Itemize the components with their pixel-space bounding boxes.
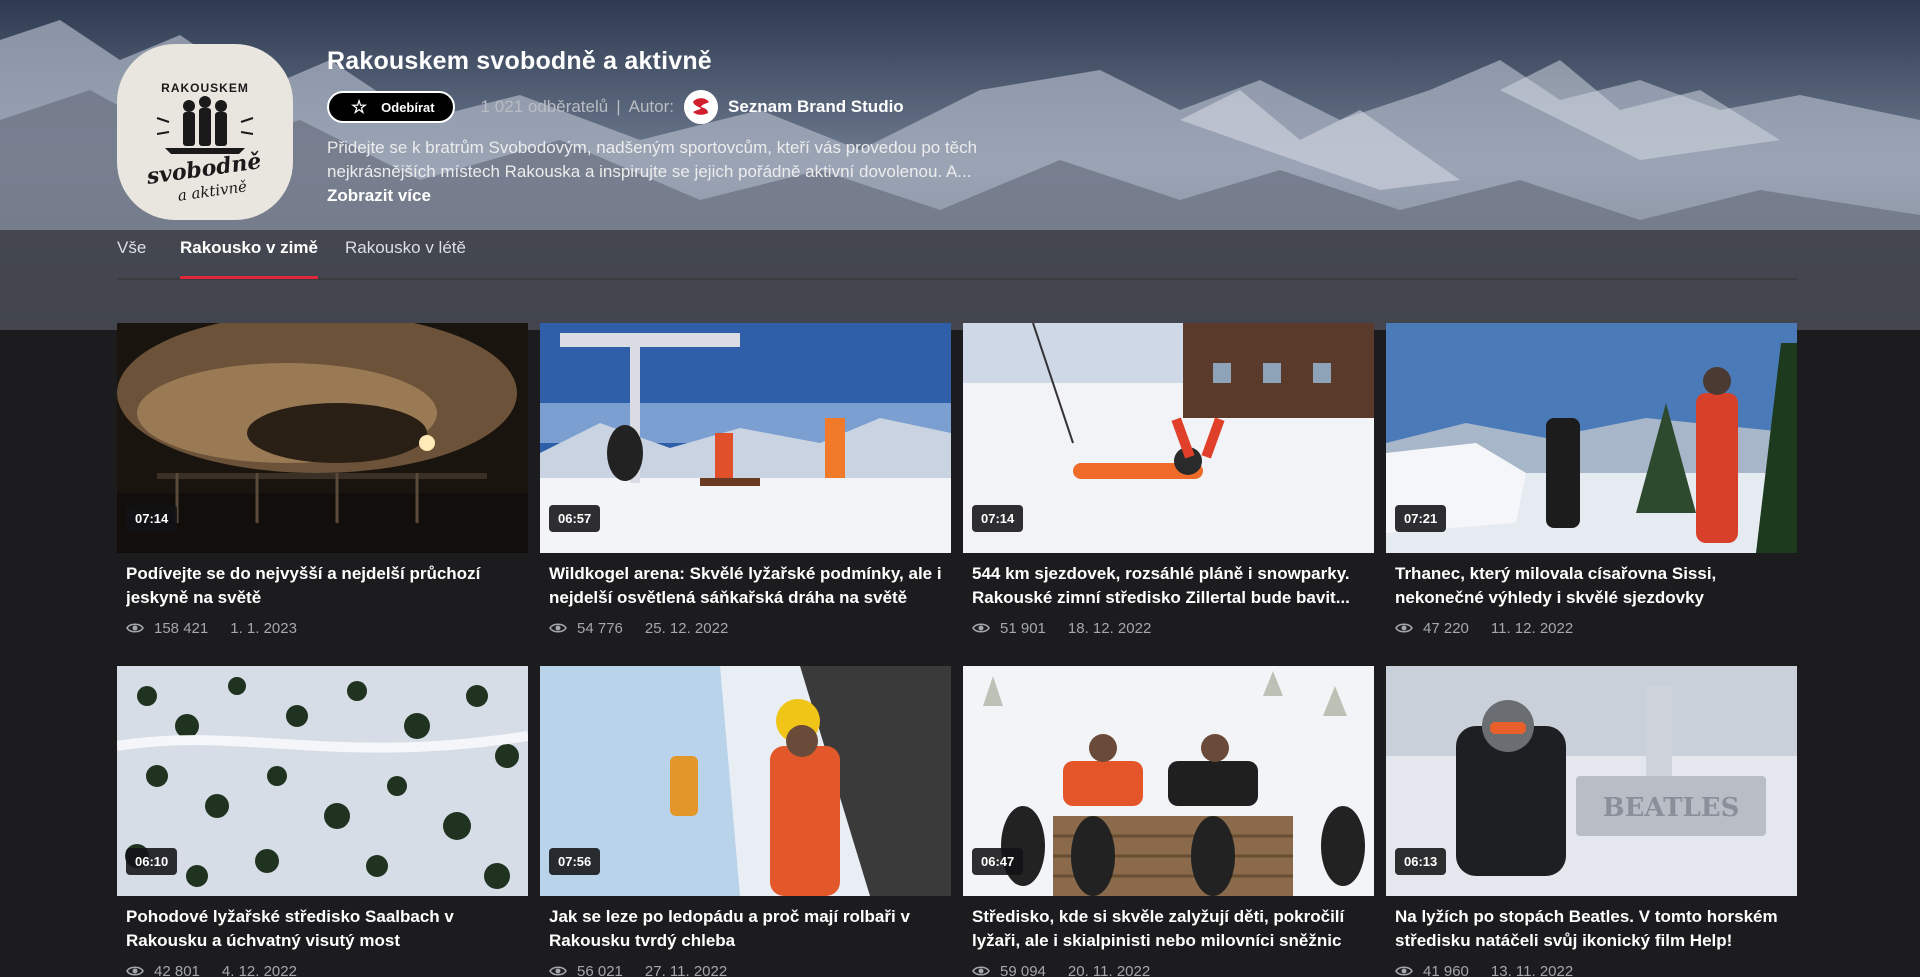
thumbnail-image <box>117 323 528 553</box>
thumbnail-image: BEATLES <box>1386 666 1797 896</box>
duration-badge: 06:10 <box>126 848 178 875</box>
video-thumbnail[interactable]: 06:10 <box>117 666 528 896</box>
channel-info: Rakouskem svobodně a aktivně ☆ Odebírat … <box>327 44 1227 208</box>
video-card[interactable]: BEATLES 06:13 Na lyžích po stopách Beatl… <box>1386 666 1797 977</box>
video-thumbnail[interactable]: 07:56 <box>540 666 951 896</box>
video-meta: 51 901 18. 12. 2022 <box>972 618 1365 638</box>
publish-date: 20. 11. 2022 <box>1067 962 1151 977</box>
video-title[interactable]: Středisko, kde si skvěle zalyžují děti, … <box>972 905 1365 953</box>
eye-icon <box>1395 966 1413 976</box>
duration-badge: 07:14 <box>972 505 1024 532</box>
video-meta: 47 220 11. 12. 2022 <box>1395 618 1788 638</box>
separator: | <box>616 97 621 116</box>
eye-icon <box>549 966 567 976</box>
thumbnail-image <box>117 666 528 896</box>
view-count: 56 021 <box>577 962 623 977</box>
eye-icon <box>549 623 567 633</box>
video-thumbnail[interactable]: 07:21 <box>1386 323 1797 553</box>
author-avatar[interactable] <box>684 90 718 124</box>
view-count: 51 901 <box>1000 619 1046 637</box>
author-label: Autor: <box>628 97 674 116</box>
eye-icon <box>972 966 990 976</box>
view-count: 42 801 <box>154 962 200 977</box>
publish-date: 11. 12. 2022 <box>1490 619 1574 637</box>
video-meta: 56 021 27. 11. 2022 <box>549 961 942 977</box>
view-count: 47 220 <box>1423 619 1469 637</box>
video-thumbnail[interactable]: BEATLES 06:13 <box>1386 666 1797 896</box>
duration-badge: 07:21 <box>1395 505 1447 532</box>
video-meta: 158 421 1. 1. 2023 <box>126 618 519 638</box>
publish-date: 27. 11. 2022 <box>644 962 728 977</box>
star-outline-icon: ☆ <box>351 97 368 117</box>
thumbnail-image <box>963 323 1374 553</box>
video-title[interactable]: Jak se leze po ledopádu a proč mají rolb… <box>549 905 942 953</box>
beatles-sign: BEATLES <box>1603 793 1740 823</box>
channel-logo[interactable]: RAKOUSKEM svobodně a aktivně <box>117 44 293 220</box>
svg-text:RAKOUSKEM: RAKOUSKEM <box>161 81 249 95</box>
video-title[interactable]: Wildkogel arena: Skvělé lyžařské podmínk… <box>549 562 942 610</box>
publish-date: 4. 12. 2022 <box>221 962 297 977</box>
thumbnail-image <box>1386 323 1797 553</box>
duration-badge: 07:56 <box>549 848 601 875</box>
category-tabs: Vše Rakousko v zimě Rakousko v létě <box>117 232 1797 280</box>
show-more-link[interactable]: Zobrazit více <box>327 184 1227 208</box>
video-card[interactable]: 06:10 Pohodové lyžařské středisko Saalba… <box>117 666 528 977</box>
video-thumbnail[interactable]: 06:57 <box>540 323 951 553</box>
eye-icon <box>1395 623 1413 633</box>
publish-date: 1. 1. 2023 <box>230 619 297 637</box>
video-title[interactable]: Trhanec, který milovala císařovna Sissi,… <box>1395 562 1788 610</box>
video-meta: 54 776 25. 12. 2022 <box>549 618 942 638</box>
channel-description: Přidejte se k bratrům Svobodovým, nadšen… <box>327 138 978 181</box>
video-meta: 41 960 13. 11. 2022 <box>1395 961 1788 977</box>
video-card[interactable]: 07:14 Podívejte se do nejvyšší a nejdelš… <box>117 323 528 638</box>
duration-badge: 06:13 <box>1395 848 1447 875</box>
video-thumbnail[interactable]: 07:14 <box>963 323 1374 553</box>
channel-header: RAKOUSKEM svobodně a aktivně Rakouskem s… <box>117 44 1797 220</box>
video-card[interactable]: 07:56 Jak se leze po ledopádu a proč maj… <box>540 666 951 977</box>
video-meta: 42 801 4. 12. 2022 <box>126 961 519 977</box>
video-title[interactable]: Podívejte se do nejvyšší a nejdelší průc… <box>126 562 519 610</box>
duration-badge: 06:57 <box>549 505 601 532</box>
video-thumbnail[interactable]: 06:47 <box>963 666 1374 896</box>
thumbnail-image <box>540 323 951 553</box>
publish-date: 25. 12. 2022 <box>644 619 729 637</box>
view-count: 54 776 <box>577 619 623 637</box>
eye-icon <box>126 966 144 976</box>
thumbnail-image <box>963 666 1374 896</box>
video-thumbnail[interactable]: 07:14 <box>117 323 528 553</box>
channel-meta-row: ☆ Odebírat 1 021 odběratelů | Autor: Sez… <box>327 90 1227 124</box>
view-count: 59 094 <box>1000 962 1046 977</box>
eye-icon <box>972 623 990 633</box>
author-name-link[interactable]: Seznam Brand Studio <box>728 97 904 117</box>
publish-date: 18. 12. 2022 <box>1067 619 1152 637</box>
tab-summer[interactable]: Rakousko v létě <box>345 238 466 276</box>
subscribe-button[interactable]: ☆ Odebírat <box>327 91 455 123</box>
thumbnail-image <box>540 666 951 896</box>
video-card[interactable]: 06:47 Středisko, kde si skvěle zalyžují … <box>963 666 1374 977</box>
duration-badge: 06:47 <box>972 848 1024 875</box>
video-card[interactable]: 07:14 544 km sjezdovek, rozsáhlé pláně i… <box>963 323 1374 638</box>
video-card[interactable]: 07:21 Trhanec, který milovala císařovna … <box>1386 323 1797 638</box>
eye-icon <box>126 623 144 633</box>
subscriber-count: 1 021 odběratelů <box>480 97 609 116</box>
duration-badge: 07:14 <box>126 505 178 532</box>
publish-date: 13. 11. 2022 <box>1490 962 1574 977</box>
video-title[interactable]: Pohodové lyžařské středisko Saalbach v R… <box>126 905 519 953</box>
view-count: 158 421 <box>154 619 209 637</box>
tab-all[interactable]: Vše <box>117 238 146 276</box>
tab-winter[interactable]: Rakousko v zimě <box>180 238 318 279</box>
channel-title: Rakouskem svobodně a aktivně <box>327 47 712 75</box>
channel-logo-icon: RAKOUSKEM svobodně a aktivně <box>144 81 263 205</box>
view-count: 41 960 <box>1423 962 1469 977</box>
video-meta: 59 094 20. 11. 2022 <box>972 961 1365 977</box>
video-title[interactable]: Na lyžích po stopách Beatles. V tomto ho… <box>1395 905 1788 953</box>
subscribe-label: Odebírat <box>381 99 435 115</box>
video-title[interactable]: 544 km sjezdovek, rozsáhlé pláně i snowp… <box>972 562 1365 610</box>
seznam-brand-logo-icon <box>684 90 718 124</box>
video-card[interactable]: 06:57 Wildkogel arena: Skvělé lyžařské p… <box>540 323 951 638</box>
